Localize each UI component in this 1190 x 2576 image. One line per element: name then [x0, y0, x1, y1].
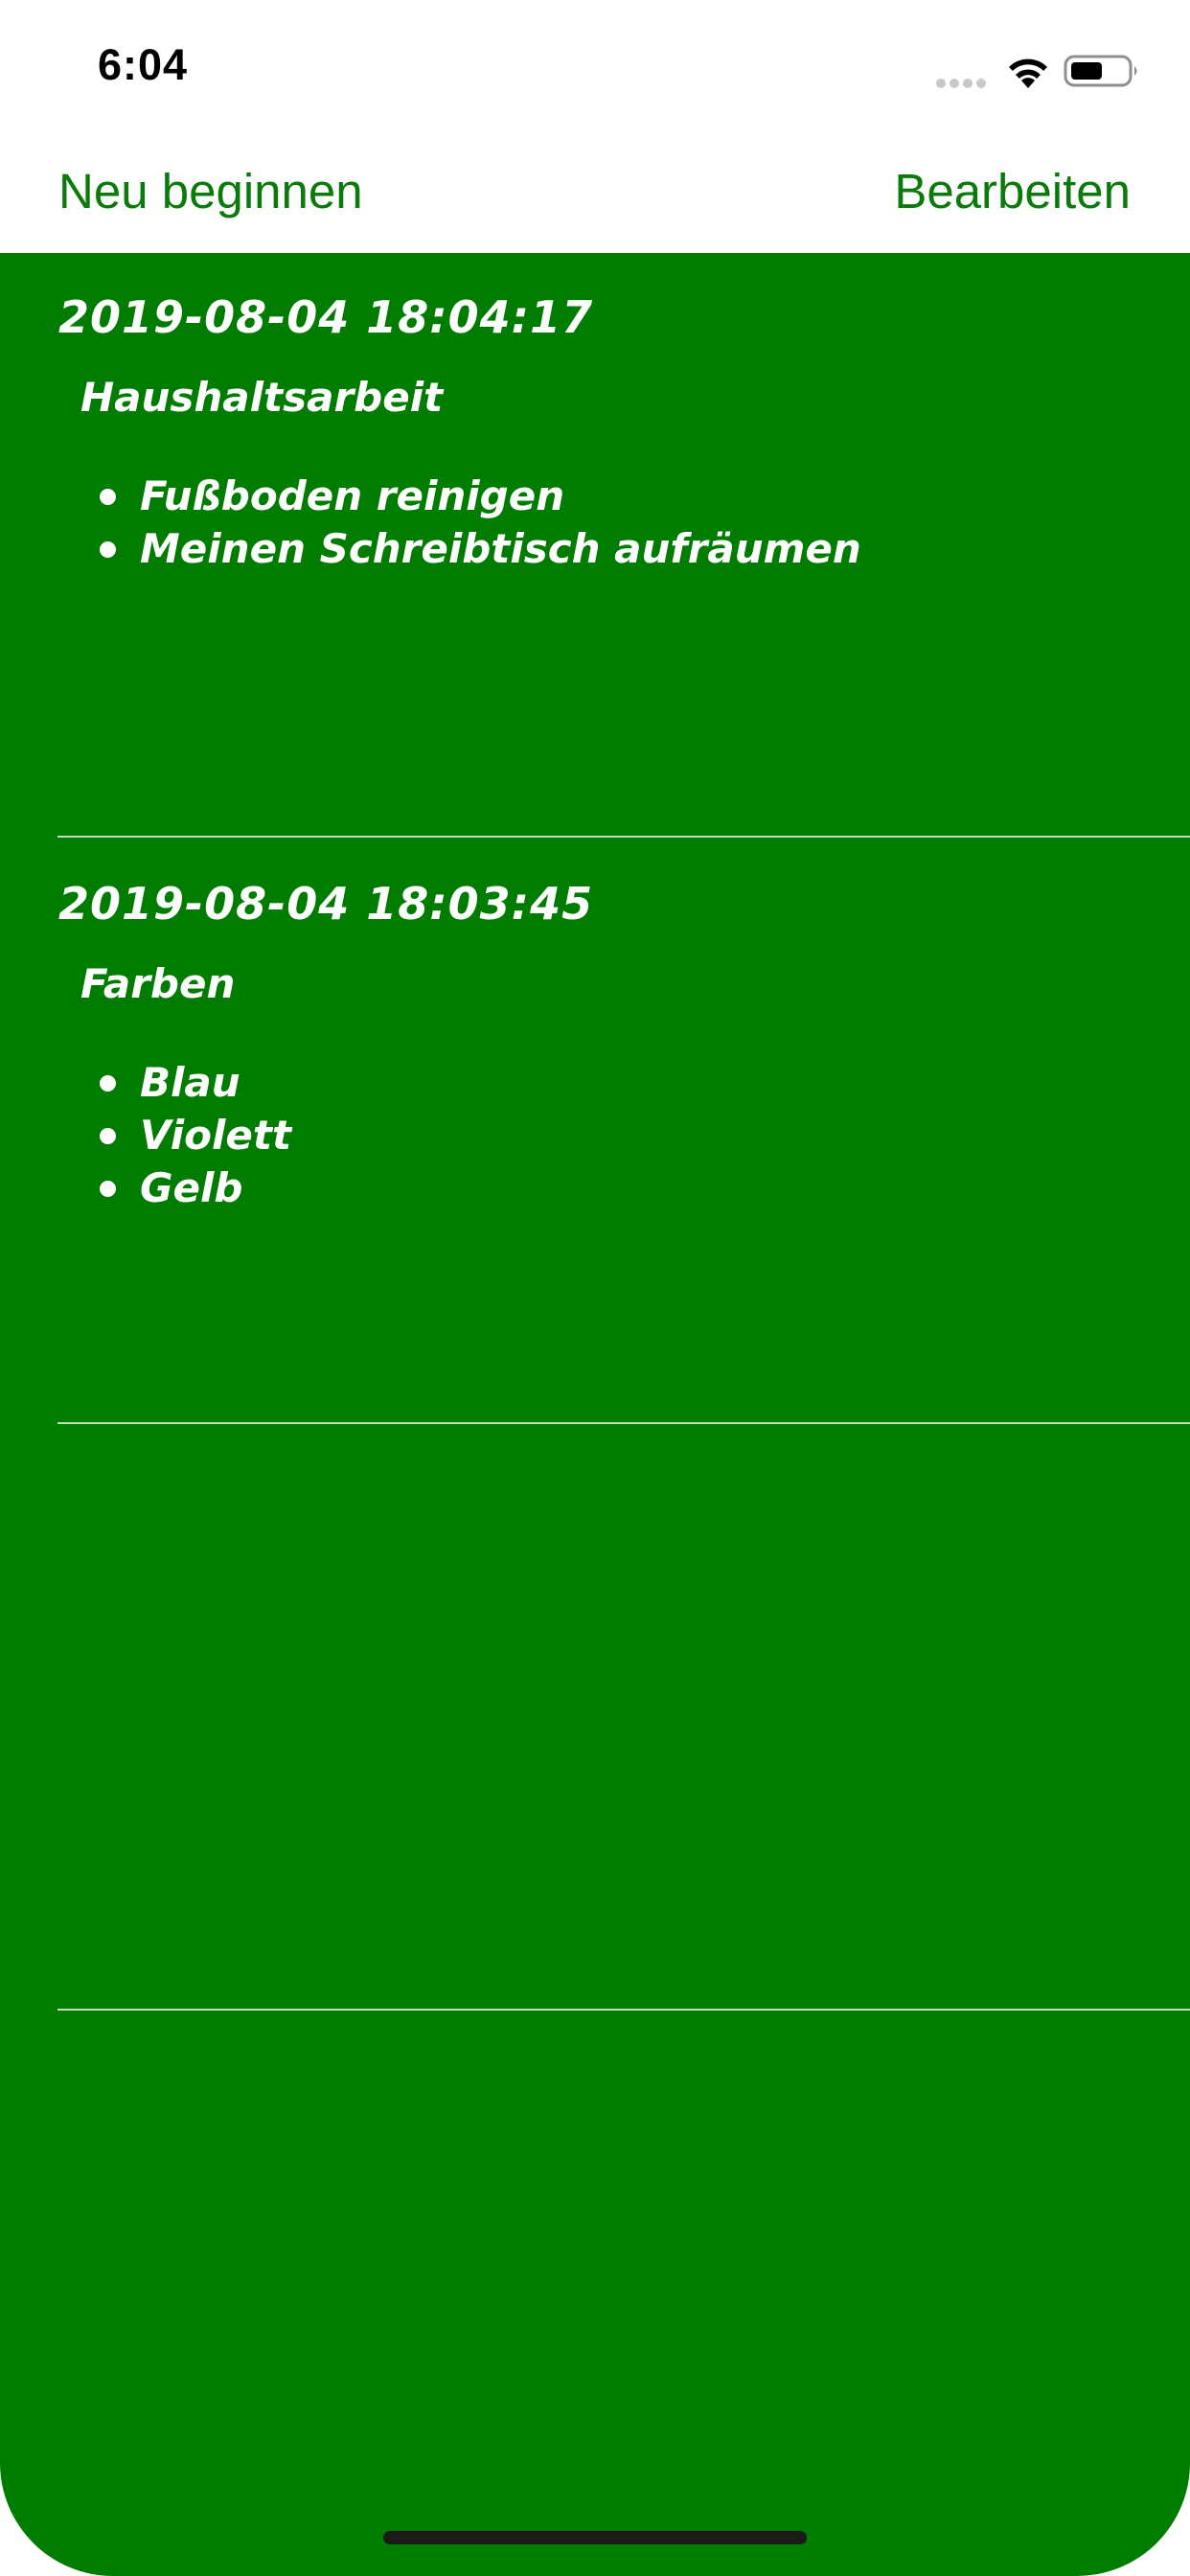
note-item: Blau: [96, 1056, 291, 1109]
note-title: Farben: [80, 960, 236, 1007]
status-time: 6:04: [98, 40, 189, 89]
edit-button[interactable]: Bearbeiten: [894, 163, 1131, 219]
row-divider: [57, 836, 1190, 838]
note-items: Blau Violett Gelb: [96, 1056, 291, 1214]
note-item: Violett: [96, 1109, 291, 1162]
note-title: Haushaltsarbeit: [80, 374, 444, 421]
wifi-icon: [1009, 58, 1047, 88]
cellular-signal-icon: [936, 79, 986, 88]
note-items: Fußboden reinigen Meinen Schreibtisch au…: [96, 470, 861, 575]
note-timestamp: 2019-08-04 18:04:17: [58, 291, 594, 343]
status-bar: 6:04: [0, 0, 1190, 126]
notes-list[interactable]: 2019-08-04 18:04:17 Haushaltsarbeit Fußb…: [0, 253, 1190, 2576]
screen: 6:04 Neu beginnen Bearbeiten 2019-08-04 …: [0, 0, 1190, 2576]
note-item: Gelb: [96, 1162, 291, 1214]
note-item: Meinen Schreibtisch aufräumen: [96, 522, 861, 575]
row-divider: [57, 2009, 1190, 2011]
home-indicator[interactable]: [383, 2531, 807, 2544]
empty-cell: [0, 1426, 1190, 2011]
note-item: Fußboden reinigen: [96, 470, 861, 522]
note-timestamp: 2019-08-04 18:03:45: [58, 878, 594, 930]
row-divider: [57, 1422, 1190, 1424]
navigation-bar: Neu beginnen Bearbeiten: [0, 126, 1190, 253]
note-cell[interactable]: 2019-08-04 18:04:17 Haushaltsarbeit Fußb…: [0, 253, 1190, 838]
note-cell[interactable]: 2019-08-04 18:03:45 Farben Blau Violett …: [0, 840, 1190, 1424]
battery-icon: [1064, 55, 1137, 87]
restart-button[interactable]: Neu beginnen: [58, 163, 363, 219]
